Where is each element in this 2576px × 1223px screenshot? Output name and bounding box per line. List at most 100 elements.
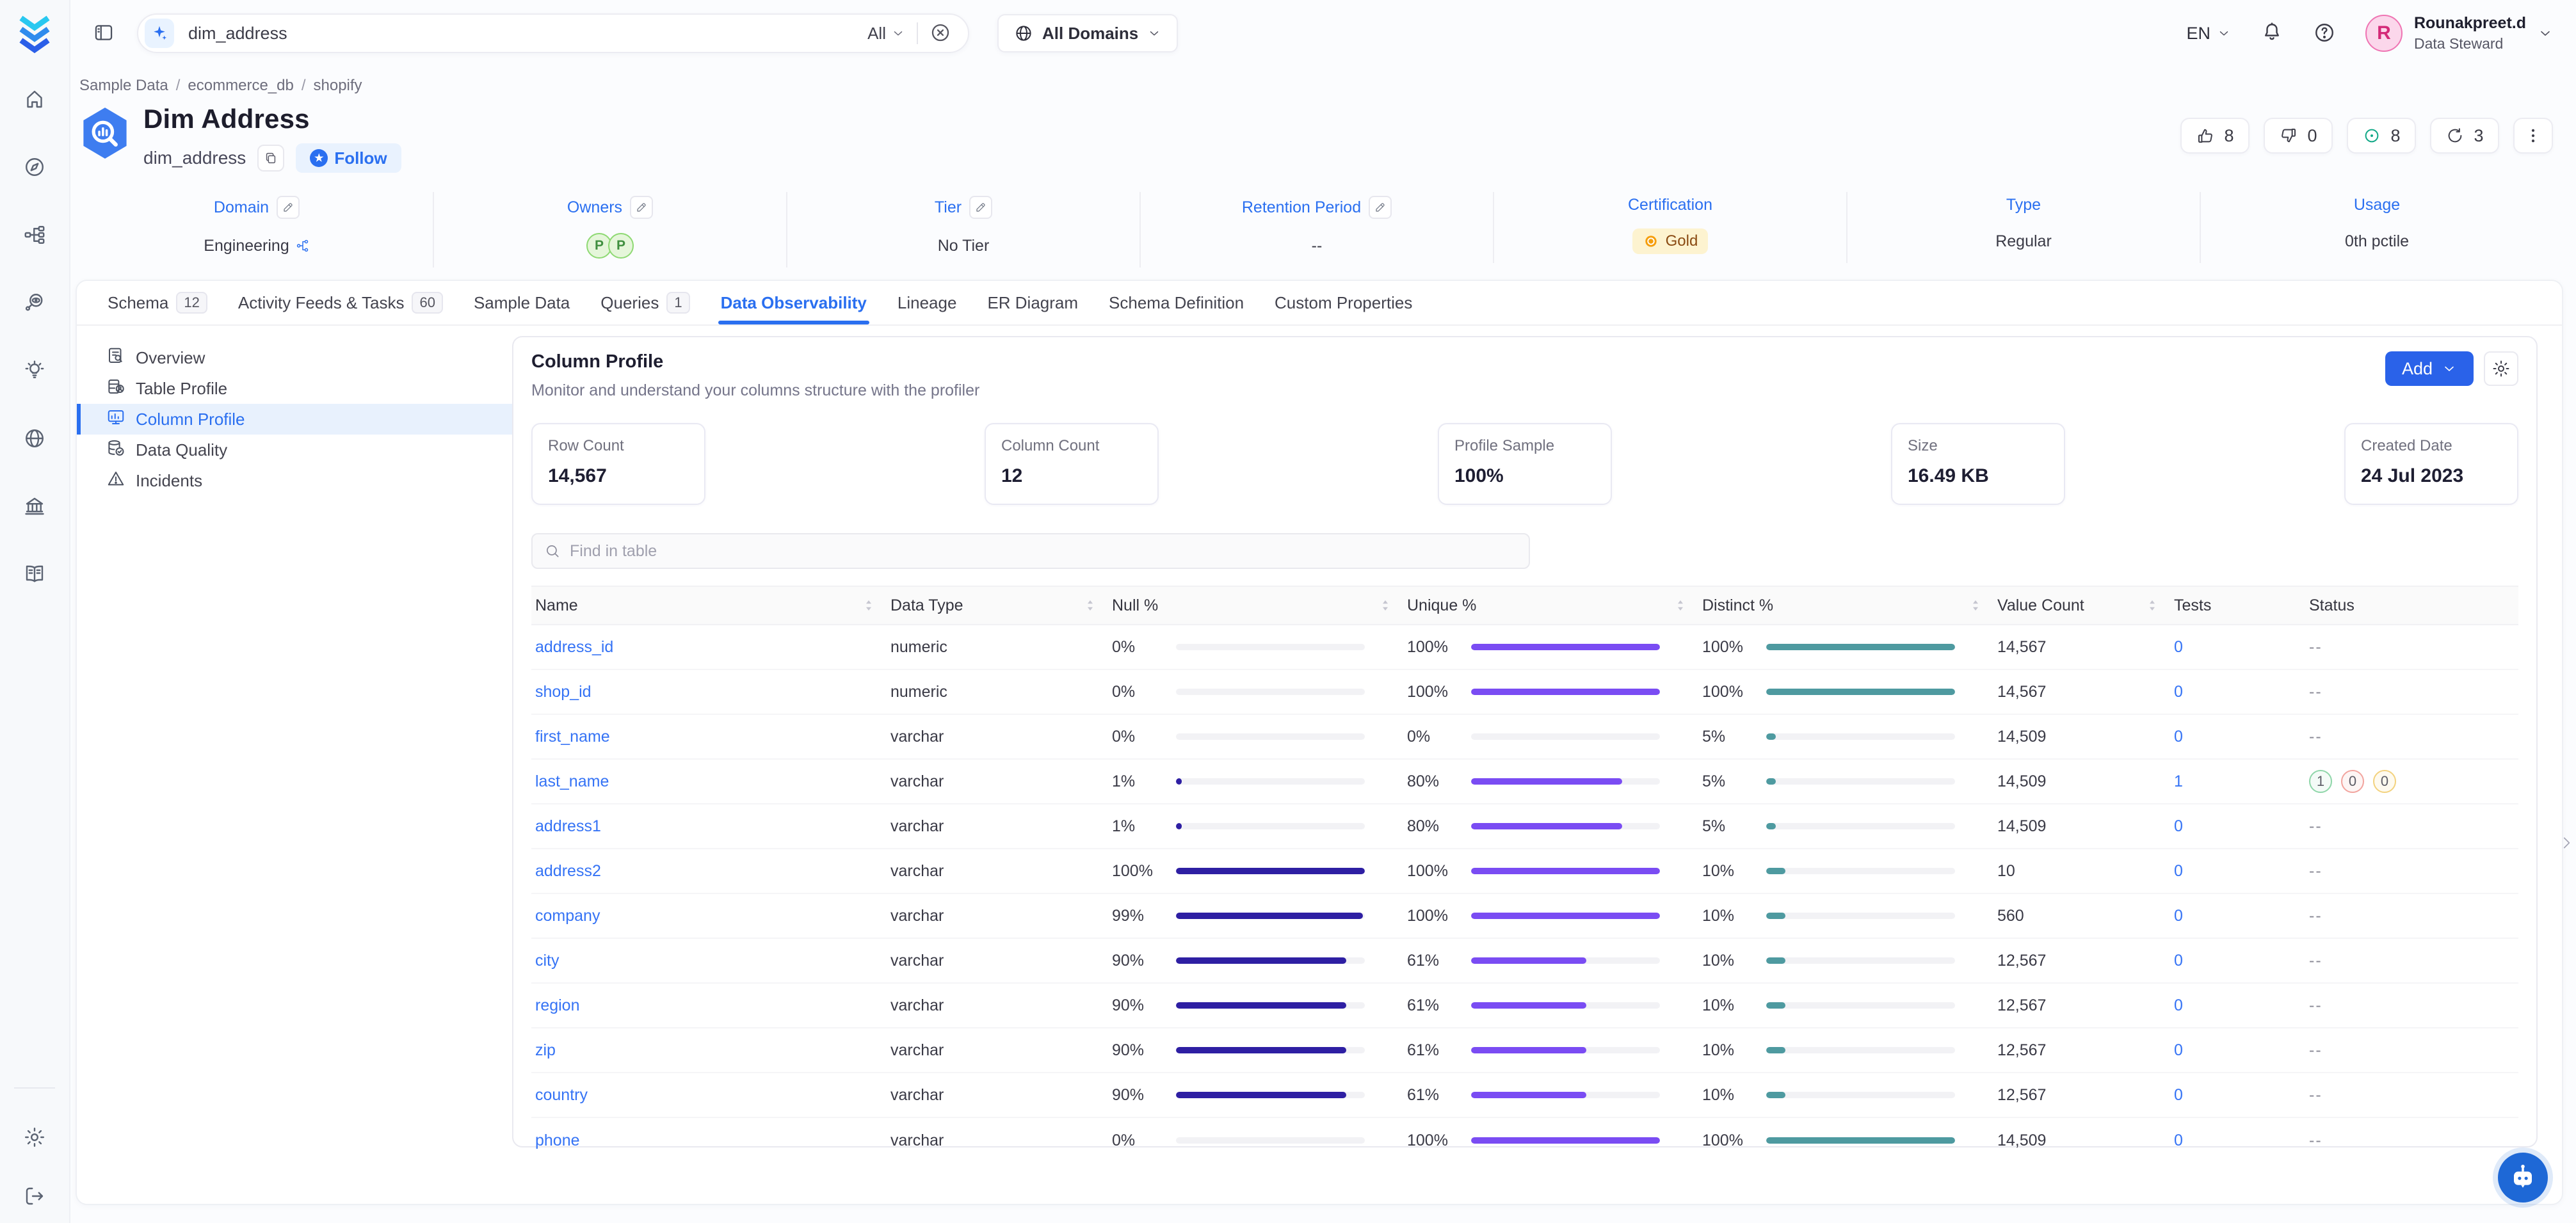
column-name-link[interactable]: shop_id	[535, 683, 592, 701]
lineage-icon[interactable]	[20, 221, 49, 249]
versions-button[interactable]: 3	[2430, 118, 2499, 154]
language-dropdown[interactable]: EN	[2186, 24, 2231, 44]
tab-sample-data[interactable]: Sample Data	[461, 281, 583, 324]
table-column-header[interactable]: Value Count	[1997, 596, 2164, 615]
subnav-item-incidents[interactable]: Incidents	[77, 465, 512, 496]
find-in-table-input[interactable]	[570, 542, 1517, 561]
clear-search-icon[interactable]	[930, 22, 951, 45]
subnav-item-overview[interactable]: Overview	[77, 342, 512, 373]
edit-pencil-icon[interactable]	[1369, 196, 1392, 219]
tab-lineage[interactable]: Lineage	[885, 281, 970, 324]
sort-icon[interactable]	[1675, 598, 1686, 613]
tests-link[interactable]: 0	[2174, 996, 2183, 1015]
sidebar-toggle-icon[interactable]	[88, 18, 119, 49]
subnav-item-table-profile[interactable]: Table Profile	[77, 373, 512, 404]
breadcrumb-link[interactable]: Sample Data	[79, 77, 168, 95]
column-name-link[interactable]: company	[535, 907, 600, 925]
user-avatar[interactable]: R	[2365, 15, 2403, 52]
column-name-link[interactable]: address_id	[535, 638, 613, 657]
search-scope-dropdown[interactable]: All	[867, 24, 905, 44]
edit-pencil-icon[interactable]	[630, 196, 653, 219]
explore-icon[interactable]	[20, 153, 49, 181]
follow-button[interactable]: ★ Follow	[296, 143, 401, 173]
glossary-icon[interactable]	[20, 560, 49, 588]
table-column-header[interactable]: Null %	[1112, 596, 1397, 615]
table-column-header[interactable]: Data Type	[890, 596, 1102, 615]
user-menu[interactable]: R Rounakpreet.d Data Steward	[2365, 14, 2553, 52]
home-icon[interactable]	[20, 85, 49, 113]
edit-pencil-icon[interactable]	[969, 196, 992, 219]
column-name-link[interactable]: first_name	[535, 728, 610, 746]
chevron-down-icon	[1147, 26, 1161, 40]
stat-label: Profile Sample	[1454, 437, 1595, 455]
help-icon[interactable]	[2313, 21, 2336, 46]
upvote-button[interactable]: 8	[2180, 118, 2250, 154]
table-column-header[interactable]: Name	[531, 596, 880, 615]
tests-link[interactable]: 0	[2174, 638, 2183, 657]
tab-er-diagram[interactable]: ER Diagram	[974, 281, 1091, 324]
column-name-link[interactable]: zip	[535, 1041, 556, 1060]
sort-icon[interactable]	[2147, 598, 2157, 613]
sort-icon[interactable]	[1085, 598, 1095, 613]
tests-link[interactable]: 0	[2174, 952, 2183, 970]
subnav-item-data-quality[interactable]: Data Quality	[77, 435, 512, 465]
table-row: city varchar 90% 61% 10% 12,567 0 --	[531, 939, 2518, 984]
tests-link[interactable]: 0	[2174, 728, 2183, 746]
column-name-link[interactable]: phone	[535, 1131, 580, 1150]
global-search-input[interactable]	[188, 24, 867, 44]
tests-link[interactable]: 0	[2174, 1086, 2183, 1105]
sort-icon[interactable]	[1380, 598, 1390, 613]
insights-icon[interactable]	[20, 356, 49, 385]
tests-link[interactable]: 0	[2174, 1131, 2183, 1150]
unique-pct-value: 100%	[1407, 1131, 1471, 1150]
tab-custom-properties[interactable]: Custom Properties	[1262, 281, 1425, 324]
tests-link[interactable]: 0	[2174, 1041, 2183, 1060]
tests-link[interactable]: 1	[2174, 772, 2183, 791]
all-domains-button[interactable]: All Domains	[997, 14, 1178, 52]
settings-icon[interactable]	[20, 1123, 49, 1151]
breadcrumb-link[interactable]: shopify	[314, 77, 362, 95]
tab-activity-feeds-tasks[interactable]: Activity Feeds & Tasks 60	[225, 281, 456, 324]
column-name-link[interactable]: country	[535, 1086, 588, 1105]
column-name-link[interactable]: region	[535, 996, 580, 1015]
ai-assistant-bot-button[interactable]	[2498, 1153, 2548, 1203]
table-column-header[interactable]: Unique %	[1407, 596, 1692, 615]
meta-value: Engineering	[204, 233, 309, 259]
table-row: phone varchar 0% 100% 100% 14,509 0 --	[531, 1118, 2518, 1163]
tests-link[interactable]: 0	[2174, 817, 2183, 836]
add-button[interactable]: Add	[2385, 351, 2474, 386]
edit-pencil-icon[interactable]	[277, 196, 300, 219]
domains-icon[interactable]	[20, 424, 49, 452]
downvote-button[interactable]: 0	[2264, 118, 2333, 154]
stat-card-column-count: Column Count 12	[985, 423, 1159, 505]
owner-avatar[interactable]: P	[608, 233, 634, 259]
tab-schema[interactable]: Schema 12	[95, 281, 220, 324]
column-name-link[interactable]: last_name	[535, 772, 609, 791]
sort-icon[interactable]	[864, 598, 874, 613]
followers-button[interactable]: 8	[2347, 118, 2416, 154]
more-options-kebab-icon[interactable]	[2513, 118, 2553, 154]
observability-icon[interactable]	[20, 289, 49, 317]
table-column-header[interactable]: Distinct %	[1702, 596, 1987, 615]
value-count-cell: 14,509	[1997, 1131, 2164, 1150]
subnav-item-column-profile[interactable]: Column Profile	[77, 404, 512, 435]
tests-link[interactable]: 0	[2174, 683, 2183, 701]
column-name-link[interactable]: city	[535, 952, 559, 970]
app-logo-icon[interactable]	[12, 14, 58, 57]
tests-link[interactable]: 0	[2174, 862, 2183, 881]
column-name-link[interactable]: address1	[535, 817, 601, 836]
panel-expand-chevron-icon[interactable]	[2558, 832, 2575, 856]
governance-icon[interactable]	[20, 492, 49, 520]
copy-icon[interactable]	[257, 145, 284, 172]
profiler-settings-gear-icon[interactable]	[2484, 351, 2518, 386]
unique-pct-bar	[1471, 1137, 1660, 1144]
tests-link[interactable]: 0	[2174, 907, 2183, 925]
tab-queries[interactable]: Queries 1	[588, 281, 702, 324]
logout-icon[interactable]	[20, 1182, 49, 1210]
tab-data-observability[interactable]: Data Observability	[708, 281, 880, 324]
tab-schema-definition[interactable]: Schema Definition	[1096, 281, 1257, 324]
sort-icon[interactable]	[1970, 598, 1981, 613]
column-name-link[interactable]: address2	[535, 862, 601, 881]
breadcrumb-link[interactable]: ecommerce_db	[188, 77, 293, 95]
notifications-bell-icon[interactable]	[2260, 21, 2283, 46]
